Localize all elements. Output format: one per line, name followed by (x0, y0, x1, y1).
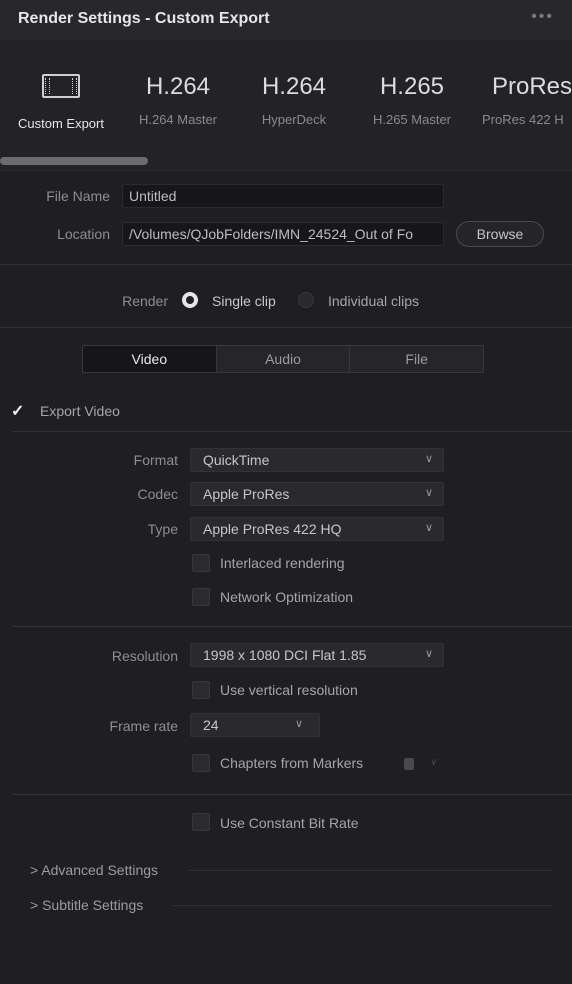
interlaced-checkbox[interactable] (192, 554, 210, 572)
preset-codec: ProRes (492, 73, 572, 100)
preset-h265-master[interactable]: H.265 H.265 Master (362, 70, 462, 127)
resolution-select[interactable]: 1998 x 1080 DCI Flat 1.85 ∨ (190, 643, 444, 667)
film-icon (42, 74, 80, 98)
codec-value: Apple ProRes (203, 486, 290, 502)
divider (12, 794, 572, 795)
settings-tabs: Video Audio File (82, 345, 484, 373)
divider (172, 905, 552, 906)
chevron-down-icon: ∨ (424, 453, 433, 465)
chevron-down-icon: ∨ (424, 648, 433, 660)
presets-scrollbar[interactable] (0, 157, 148, 165)
codec-label: Codec (137, 486, 178, 502)
individual-clips-label: Individual clips (328, 293, 420, 309)
subtitle-settings-label: Subtitle Settings (42, 897, 144, 913)
resolution-label: Resolution (111, 648, 178, 664)
chevron-down-icon: ∨ (430, 757, 438, 768)
preset-prores-422[interactable]: ProRes ProRes 422 H (480, 70, 572, 127)
chapters-checkbox[interactable] (192, 754, 210, 772)
window-title: Render Settings - Custom Export (18, 10, 270, 27)
location-input[interactable]: /Volumes/QJobFolders/IMN_24524_Out of Fo (122, 222, 444, 246)
vertical-resolution-checkbox[interactable] (192, 681, 210, 699)
divider (12, 431, 572, 432)
codec-select[interactable]: Apple ProRes ∨ (190, 482, 444, 506)
divider (0, 327, 572, 328)
type-label: Type (147, 521, 178, 537)
marker-color-icon[interactable] (404, 758, 414, 770)
network-optimization-label: Network Optimization (220, 589, 354, 605)
preset-codec: H.264 (261, 73, 327, 100)
advanced-settings-label: Advanced Settings (41, 862, 159, 878)
location-label: Location (57, 226, 110, 242)
preset-label: Custom Export (18, 116, 104, 131)
frame-rate-label: Frame rate (109, 718, 178, 734)
single-clip-label: Single clip (212, 293, 276, 309)
render-label: Render (122, 293, 168, 309)
chevron-down-icon: ∨ (424, 522, 433, 534)
file-name-input[interactable]: Untitled (122, 184, 444, 208)
frame-rate-select[interactable]: 24 ∨ (190, 713, 320, 737)
preset-label: H.264 Master (138, 112, 218, 127)
chevron-down-icon: ∨ (294, 718, 303, 730)
preset-label: H.265 Master (372, 112, 452, 127)
resolution-value: 1998 x 1080 DCI Flat 1.85 (203, 647, 367, 663)
type-select[interactable]: Apple ProRes 422 HQ ∨ (190, 517, 444, 541)
constant-bit-rate-label: Use Constant Bit Rate (220, 815, 359, 831)
browse-button[interactable]: Browse (456, 221, 544, 247)
preset-h264-master[interactable]: H.264 H.264 Master (130, 70, 226, 127)
chevron-right-icon: > (30, 862, 39, 878)
preset-codec: H.265 (379, 73, 445, 100)
preset-custom-export[interactable]: Custom Export (12, 70, 110, 131)
file-name-label: File Name (46, 188, 110, 204)
format-value: QuickTime (203, 452, 270, 468)
single-clip-radio[interactable] (182, 292, 198, 308)
divider (188, 870, 552, 871)
network-optimization-checkbox[interactable] (192, 588, 210, 606)
tab-audio[interactable]: Audio (217, 346, 351, 372)
individual-clips-radio[interactable] (298, 292, 314, 308)
format-label: Format (133, 452, 178, 468)
chevron-right-icon: > (30, 897, 39, 913)
vertical-resolution-label: Use vertical resolution (220, 682, 358, 698)
preset-label: HyperDeck (261, 112, 327, 127)
divider (12, 626, 572, 627)
more-options-icon[interactable]: ••• (531, 8, 554, 26)
constant-bit-rate-checkbox[interactable] (192, 813, 210, 831)
interlaced-label: Interlaced rendering (220, 555, 345, 571)
format-select[interactable]: QuickTime ∨ (190, 448, 444, 472)
type-value: Apple ProRes 422 HQ (203, 521, 342, 537)
preset-hyperdeck[interactable]: H.264 HyperDeck (246, 70, 342, 127)
divider (0, 264, 572, 265)
tab-file[interactable]: File (350, 346, 483, 372)
divider (0, 170, 572, 171)
preset-label: ProRes 422 H (482, 112, 564, 127)
chapters-label: Chapters from Markers (220, 755, 364, 771)
chevron-down-icon: ∨ (424, 487, 433, 499)
preset-codec: H.264 (145, 73, 211, 100)
advanced-settings-toggle[interactable]: > Advanced Settings (30, 862, 158, 878)
subtitle-settings-toggle[interactable]: > Subtitle Settings (30, 897, 143, 913)
export-video-label: Export Video (40, 403, 120, 419)
export-video-checkbox[interactable]: ✓ (11, 401, 24, 421)
render-presets: Custom Export H.264 H.264 Master H.264 H… (0, 40, 572, 170)
frame-rate-value: 24 (203, 717, 219, 733)
tab-video[interactable]: Video (83, 346, 217, 372)
